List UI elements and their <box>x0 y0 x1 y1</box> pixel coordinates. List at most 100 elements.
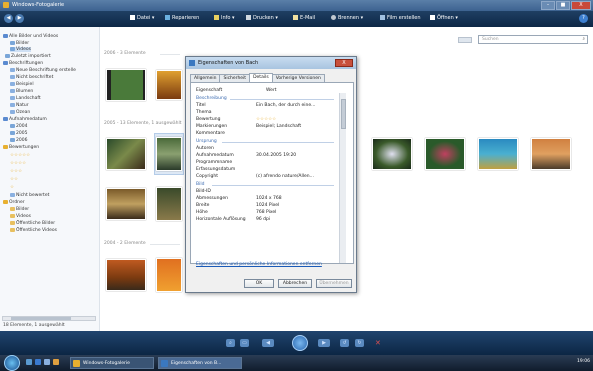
photo-thumbnail[interactable] <box>425 138 465 170</box>
switch-windows-icon[interactable] <box>44 359 50 365</box>
photo-thumbnail[interactable] <box>156 70 182 100</box>
delete-icon[interactable]: ✕ <box>375 339 381 347</box>
media-player-icon[interactable] <box>53 359 59 365</box>
zoom-icon[interactable]: ⌕ <box>226 339 235 347</box>
tree-item-year-2006[interactable]: 2006 <box>10 138 27 143</box>
tree-item-all-pictures[interactable]: Alle Bilder und Videos <box>3 34 58 39</box>
tree-item-public-videos[interactable]: Öffentliche Videos <box>10 228 57 233</box>
photo-thumbnail[interactable] <box>106 138 146 170</box>
taskbar-item-properties[interactable]: Eigenschaften von B... <box>158 357 242 369</box>
tree-item-tag-landscape[interactable]: Landschaft <box>10 96 41 101</box>
sidebar-horizontal-scrollbar[interactable] <box>2 316 96 321</box>
tree-item-date-taken[interactable]: Aufnahmedatum <box>3 117 47 122</box>
photo-thumbnail-bach[interactable] <box>156 137 182 171</box>
dialog-close-button[interactable]: X <box>335 59 353 67</box>
tree-item-tag-flowers[interactable]: Blumen <box>10 89 33 94</box>
next-button[interactable]: ▶ <box>318 339 330 347</box>
photo-thumbnail[interactable] <box>106 188 146 220</box>
search-input[interactable]: Suchen ⌕ <box>478 35 588 44</box>
photo-thumbnail[interactable] <box>156 258 182 292</box>
import-icon <box>5 54 10 58</box>
start-button[interactable] <box>4 355 20 371</box>
actual-size-icon[interactable]: ▭ <box>240 339 249 347</box>
ok-button[interactable]: OK <box>244 279 274 288</box>
tree-item-year-2005[interactable]: 2005 <box>10 131 27 136</box>
tree-item-recently-imported[interactable]: Zuletzt importiert <box>5 54 51 59</box>
photo-thumbnail[interactable] <box>531 138 571 170</box>
tree-item-public-pictures[interactable]: Öffentliche Bilder <box>10 221 55 226</box>
show-desktop-icon[interactable] <box>26 359 32 365</box>
previous-button[interactable]: ◀ <box>262 339 274 347</box>
open-icon <box>430 15 435 20</box>
search-icon[interactable]: ⌕ <box>582 36 585 42</box>
tree-item-not-rated[interactable]: Nicht bewertet <box>10 193 49 198</box>
burn-menu[interactable]: Brennen ▾ <box>331 15 363 21</box>
info-menu[interactable]: Info ▾ <box>214 15 235 21</box>
tree-item-ratings[interactable]: Bewertungen <box>3 145 39 150</box>
help-icon[interactable]: ? <box>579 14 588 23</box>
column-header-property[interactable]: Eigenschaft <box>196 88 222 93</box>
tree-item-tags[interactable]: Beschriftungen <box>3 61 43 66</box>
scrollbar-thumb[interactable] <box>341 99 346 129</box>
group-header-2006[interactable]: 2006 - 3 Elemente <box>104 51 146 56</box>
rotate-left-icon[interactable]: ↺ <box>340 339 349 347</box>
tree-item-year-2004[interactable]: 2004 <box>10 124 27 129</box>
scrollbar-thumb[interactable] <box>11 317 71 320</box>
video-thumbnail[interactable] <box>106 69 146 101</box>
details-panel <box>190 82 354 264</box>
remove-properties-link[interactable]: Eigenschaften und persönliche Informatio… <box>196 262 322 267</box>
tree-item-pictures[interactable]: Bilder <box>10 41 29 46</box>
tab-details[interactable]: Details <box>249 73 273 82</box>
make-movie-button[interactable]: Film erstellen <box>380 15 421 21</box>
tree-item-rating-3[interactable]: ☆☆☆ <box>10 169 22 174</box>
apply-button[interactable]: Übernehmen <box>316 279 352 288</box>
divider <box>212 185 334 186</box>
tab-general[interactable]: Allgemein <box>190 74 221 82</box>
tree-item-rating-2[interactable]: ☆☆ <box>10 177 18 182</box>
details-scrollbar[interactable] <box>339 93 346 263</box>
internet-explorer-icon[interactable] <box>35 359 41 365</box>
window-title: Windows-Fotogalerie <box>12 2 65 8</box>
photo-thumbnail[interactable] <box>372 138 412 170</box>
view-size-icon[interactable] <box>458 37 472 43</box>
tree-item-tag-example[interactable]: Beispiel <box>10 82 34 87</box>
folder-icon <box>10 207 15 211</box>
divider <box>230 99 334 100</box>
cancel-button[interactable]: Abbrechen <box>278 279 312 288</box>
system-tray-clock[interactable]: 19:06 <box>577 359 590 364</box>
maximize-button[interactable]: ■ <box>556 1 570 10</box>
back-button[interactable]: ◀ <box>4 14 13 23</box>
open-menu[interactable]: Öffnen ▾ <box>430 15 458 21</box>
email-button[interactable]: E-Mail <box>293 15 315 21</box>
rotate-right-icon[interactable]: ↻ <box>355 339 364 347</box>
column-header-value[interactable]: Wert <box>266 88 277 93</box>
fix-button[interactable]: Reparieren <box>165 15 199 21</box>
tree-item-create-tag[interactable]: Neue Beschriftung erstelle <box>10 68 76 73</box>
file-menu[interactable]: Datei ▾ <box>130 15 154 21</box>
tab-previous-versions[interactable]: Vorherige Versionen <box>271 74 325 82</box>
tree-item-folder-videos[interactable]: Videos <box>10 214 31 219</box>
tab-security[interactable]: Sicherheit <box>219 74 251 82</box>
forward-button[interactable]: ▶ <box>15 14 24 23</box>
tree-item-rating-1[interactable]: ☆ <box>10 185 14 190</box>
tree-item-tag-ocean[interactable]: Ozean <box>10 110 30 115</box>
tree-item-folders[interactable]: Ordner <box>3 200 25 205</box>
photo-thumbnail[interactable] <box>156 187 182 221</box>
tree-item-videos[interactable]: Videos <box>10 47 31 52</box>
tree-item-folder-pictures[interactable]: Bilder <box>10 207 29 212</box>
group-header-2004[interactable]: 2004 - 2 Elemente <box>104 241 146 246</box>
tree-item-not-tagged[interactable]: Nicht beschriftet <box>10 75 53 80</box>
group-header-2005[interactable]: 2005 - 13 Elemente, 1 ausgewählt <box>104 121 182 126</box>
tree-item-rating-5[interactable]: ☆☆☆☆☆ <box>10 153 30 158</box>
taskbar-item-photo-gallery[interactable]: Windows-Fotogalerie <box>70 357 154 369</box>
photo-thumbnail[interactable] <box>478 138 518 170</box>
tree-item-tag-nature[interactable]: Natur <box>10 103 29 108</box>
minimize-button[interactable]: – <box>541 1 555 10</box>
folder-icon <box>10 214 15 218</box>
photo-thumbnail[interactable] <box>106 259 146 291</box>
print-menu[interactable]: Drucken ▾ <box>246 15 278 21</box>
photo-gallery-icon <box>73 360 80 367</box>
tree-item-rating-4[interactable]: ☆☆☆☆ <box>10 161 26 166</box>
close-button[interactable]: X <box>571 1 591 10</box>
slideshow-play-button[interactable] <box>292 335 308 351</box>
